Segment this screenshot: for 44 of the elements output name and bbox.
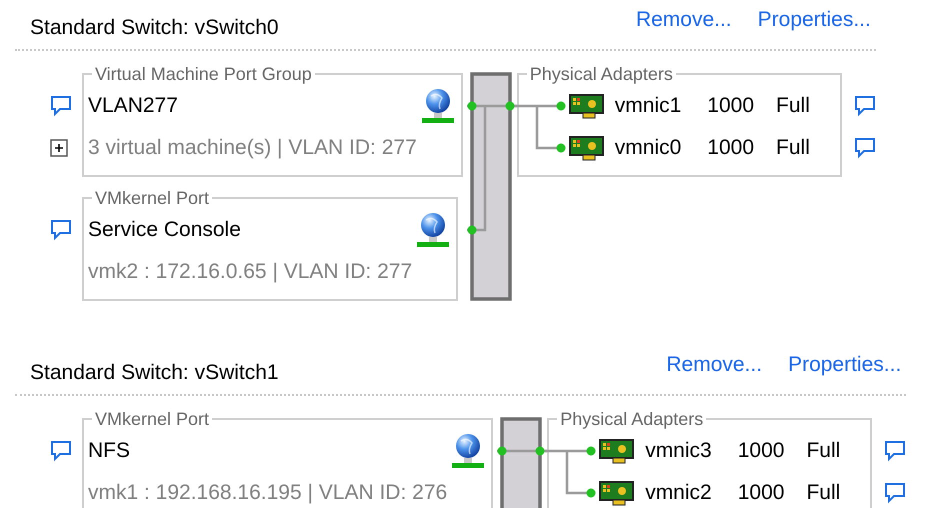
panel-label: Virtual Machine Port Group [94, 63, 313, 85]
adapter-speed: 1000 [707, 94, 754, 118]
adapter-name: vmnic2 [645, 481, 712, 505]
port-group-detail: vmk2 : 172.16.0.65 | VLAN ID: 277 [88, 260, 412, 284]
properties-link[interactable]: Properties... [758, 8, 871, 32]
switch-title: Standard Switch: vSwitch1 [30, 361, 279, 385]
speech-bubble-icon[interactable] [50, 94, 72, 118]
globe-icon [416, 211, 450, 249]
adapter-speed: 1000 [738, 481, 784, 505]
speech-bubble-icon[interactable] [884, 439, 906, 463]
adapter-speed: 1000 [707, 136, 754, 160]
expand-icon[interactable] [50, 139, 68, 157]
panel-label: VMkernel Port [94, 408, 210, 430]
adapter-duplex: Full [806, 439, 840, 463]
speech-bubble-icon[interactable] [50, 439, 72, 463]
port-group-detail: vmk1 : 192.168.16.195 | VLAN ID: 276 [88, 481, 448, 505]
adapter-name: vmnic3 [645, 439, 712, 463]
globe-icon [420, 87, 455, 125]
speech-bubble-icon[interactable] [884, 481, 906, 505]
adapter-speed: 1000 [738, 439, 784, 463]
speech-bubble-icon[interactable] [50, 218, 72, 242]
port-group-name: Service Console [88, 218, 242, 242]
network-card-icon [599, 479, 636, 507]
adapter-duplex: Full [806, 481, 840, 505]
switch-title: Standard Switch: vSwitch0 [30, 16, 279, 40]
port-group-name: NFS [88, 439, 131, 463]
speech-bubble-icon[interactable] [854, 136, 876, 160]
adapter-duplex: Full [776, 94, 810, 118]
network-card-icon [599, 437, 636, 465]
panel-label: Physical Adapters [528, 63, 674, 85]
port-group-name: VLAN277 [88, 94, 179, 118]
panel-label: VMkernel Port [94, 187, 210, 209]
speech-bubble-icon[interactable] [854, 94, 876, 118]
network-card-icon [568, 134, 605, 162]
adapter-duplex: Full [776, 136, 810, 160]
properties-link[interactable]: Properties... [788, 353, 902, 377]
remove-link[interactable]: Remove... [666, 353, 762, 377]
remove-link[interactable]: Remove... [636, 8, 732, 32]
adapter-name: vmnic0 [614, 136, 682, 160]
globe-icon [451, 432, 486, 470]
network-card-icon [568, 92, 605, 120]
port-group-detail: 3 virtual machine(s) | VLAN ID: 277 [88, 136, 417, 160]
panel-label: Physical Adapters [559, 408, 704, 430]
adapter-name: vmnic1 [614, 94, 682, 118]
